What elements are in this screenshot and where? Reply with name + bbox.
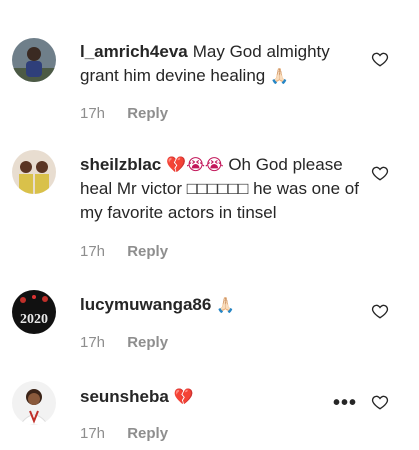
comment-meta: 17h Reply <box>80 243 168 260</box>
comment-text: lucymuwanga86 🙏🏻 <box>80 293 365 317</box>
avatar-image <box>12 381 56 425</box>
reply-button[interactable]: Reply <box>127 334 168 351</box>
avatar-image <box>12 150 56 194</box>
reply-button[interactable]: Reply <box>127 425 168 442</box>
username[interactable]: sheilzblac <box>80 155 161 174</box>
avatar[interactable] <box>12 38 56 82</box>
reply-button[interactable]: Reply <box>127 105 168 122</box>
like-heart-icon[interactable] <box>371 50 389 68</box>
praying-hands-emoji: 🙏🏻 <box>269 67 289 85</box>
comment-text: sheilzblac 💔😭😭 Oh God please heal Mr vict… <box>80 153 365 225</box>
like-heart-icon[interactable] <box>371 302 389 320</box>
comment-meta: 17h Reply <box>80 334 168 351</box>
broken-heart-emoji: 💔 <box>173 387 194 406</box>
reply-button[interactable]: Reply <box>127 243 168 260</box>
broken-heart-crying-emoji: 💔😭😭 <box>166 155 224 174</box>
avatar[interactable] <box>12 381 56 425</box>
avatar-image: 2020 <box>12 290 56 334</box>
more-options-icon[interactable]: ••• <box>333 393 357 413</box>
comment-text: seunsheba 💔 <box>80 385 365 409</box>
timestamp: 17h <box>80 105 106 122</box>
timestamp: 17h <box>80 425 106 442</box>
timestamp: 17h <box>80 334 106 351</box>
username[interactable]: lucymuwanga86 <box>80 295 211 314</box>
avatar[interactable]: 2020 <box>12 290 56 334</box>
like-heart-icon[interactable] <box>371 393 389 411</box>
avatar[interactable] <box>12 150 56 194</box>
comment-text: l_amrich4eva May God almighty grant him d… <box>80 40 365 88</box>
like-heart-icon[interactable] <box>371 164 389 182</box>
username[interactable]: seunsheba <box>80 387 169 406</box>
comment-meta: 17h Reply <box>80 105 168 122</box>
comment-meta: 17h Reply <box>80 425 168 442</box>
username[interactable]: l_amrich4eva <box>80 42 188 61</box>
timestamp: 17h <box>80 243 106 260</box>
avatar-image <box>12 38 56 82</box>
praying-hands-emoji: 🙏🏻 <box>216 296 236 314</box>
avatar-caption: 2020 <box>20 312 48 327</box>
